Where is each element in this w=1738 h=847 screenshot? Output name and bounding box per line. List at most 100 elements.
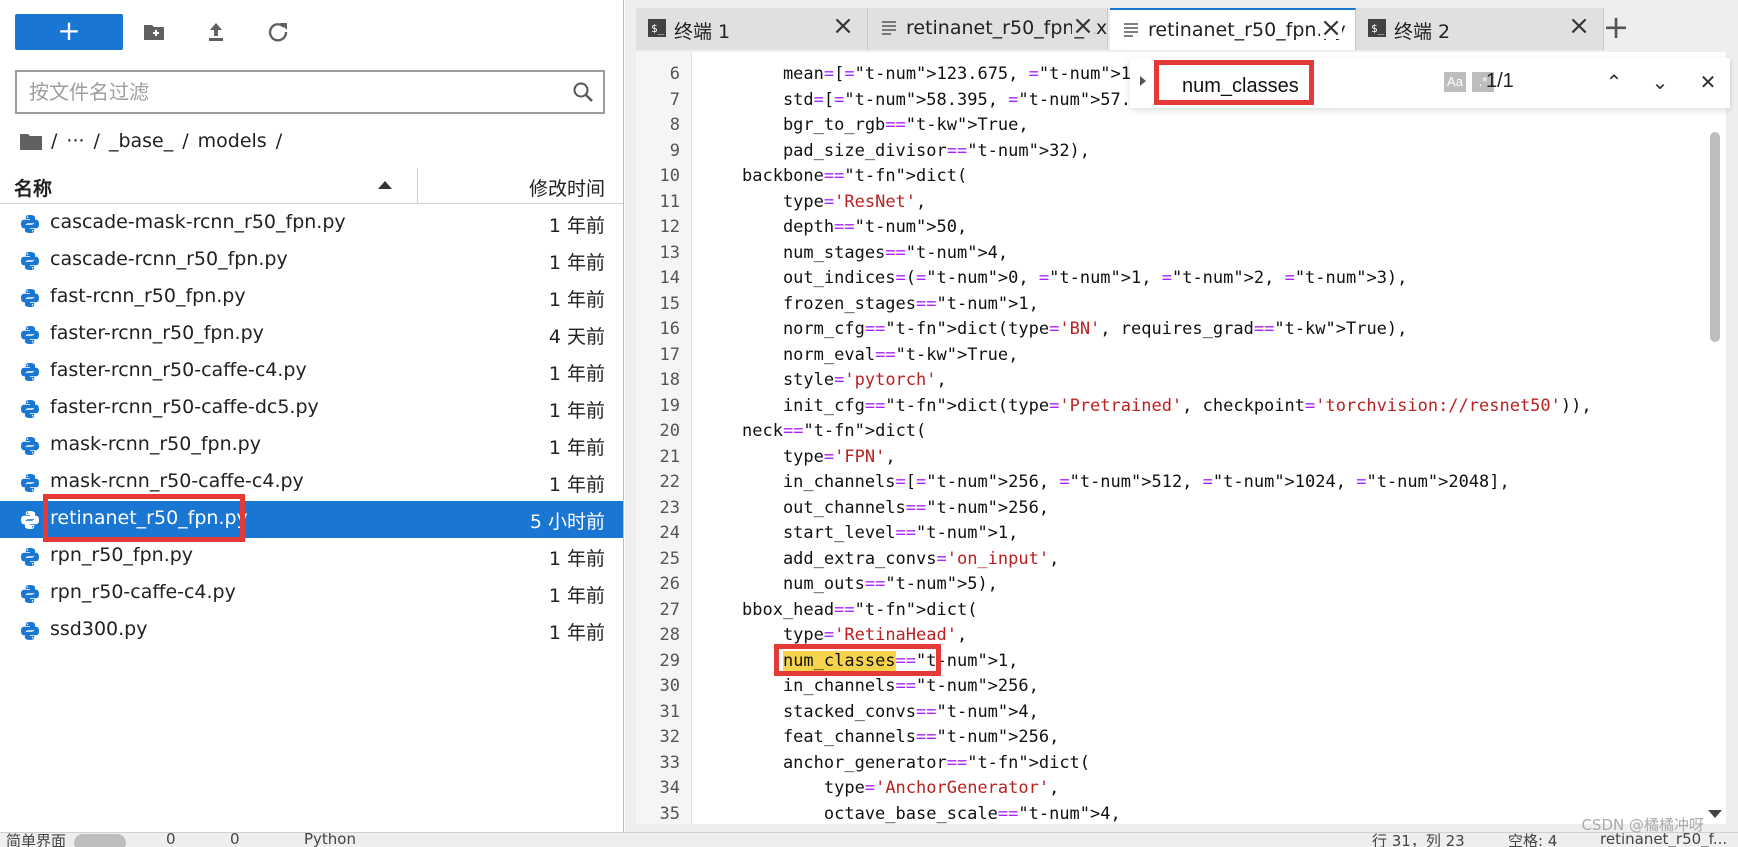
- refresh-icon[interactable]: [266, 20, 290, 44]
- tab-label: retinanet_r50_fpn.py: [1148, 19, 1346, 41]
- code-line[interactable]: 30 in_channels=="t-num">256,: [636, 674, 1696, 700]
- file-row[interactable]: cascade-rcnn_r50_fpn.py 1 年前: [0, 242, 623, 279]
- cursor-position[interactable]: 行 31，列 23: [1372, 833, 1465, 847]
- close-icon[interactable]: ×: [832, 13, 854, 39]
- previous-match-icon[interactable]: ⌃: [1598, 66, 1630, 98]
- line-number: 27: [659, 599, 680, 620]
- code-line[interactable]: 17 norm_eval=="t-kw">True,: [636, 343, 1696, 369]
- column-divider[interactable]: [417, 168, 418, 204]
- simple-mode-toggle[interactable]: [74, 834, 126, 847]
- line-number: 23: [659, 497, 680, 518]
- code-line[interactable]: 13 num_stages=="t-num">4,: [636, 241, 1696, 267]
- indent-setting[interactable]: 空格: 4: [1508, 833, 1557, 847]
- close-icon[interactable]: ×: [1320, 15, 1342, 41]
- editor-tab[interactable]: $_ 终端 2 ×: [1356, 8, 1604, 50]
- code-text: type='AnchorGenerator',: [742, 778, 1060, 798]
- line-number: 26: [659, 574, 680, 594]
- new-launcher-button[interactable]: +: [15, 14, 123, 50]
- editor-tab[interactable]: retinanet_r50_fpn_1x_c ×: [868, 8, 1108, 50]
- code-line[interactable]: 34 type='AnchorGenerator',: [636, 776, 1696, 802]
- svg-text:$_: $_: [1371, 22, 1385, 35]
- next-match-icon[interactable]: ⌄: [1644, 66, 1676, 98]
- code-line[interactable]: 10 backbone=="t-fn">dict(: [636, 164, 1696, 190]
- highlight-box: [774, 644, 941, 676]
- code-line[interactable]: 35 octave_base_scale=="t-num">4,: [636, 802, 1696, 825]
- breadcrumb-ellipsis[interactable]: ···: [66, 130, 84, 152]
- close-icon[interactable]: ×: [1568, 13, 1590, 39]
- breadcrumb-base[interactable]: _base_: [109, 130, 173, 152]
- file-row[interactable]: faster-rcnn_r50-caffe-dc5.py 1 年前: [0, 390, 623, 427]
- breadcrumb-models[interactable]: models: [198, 130, 267, 152]
- code-line[interactable]: 14 out_indices=(="t-num">0, ="t-num">1, …: [636, 266, 1696, 292]
- kernel-count[interactable]: 0: [230, 833, 240, 847]
- file-row[interactable]: fast-rcnn_r50_fpn.py 1 年前: [0, 279, 623, 316]
- file-row[interactable]: faster-rcnn_r50_fpn.py 4 天前: [0, 316, 623, 353]
- editor-tab[interactable]: $_ 终端 1 ×: [636, 8, 868, 50]
- code-editor[interactable]: 6 mean=[="t-num">123.675, ="t-num">116.2…: [636, 52, 1726, 824]
- close-find-icon[interactable]: ✕: [1692, 66, 1724, 98]
- code-line[interactable]: 19 init_cfg=="t-fn">dict(type='Pretraine…: [636, 394, 1696, 420]
- add-tab-icon[interactable]: +: [1596, 10, 1636, 48]
- filter-input[interactable]: [29, 72, 549, 112]
- breadcrumb-sep: /: [51, 130, 58, 152]
- code-line[interactable]: 11 type='ResNet',: [636, 190, 1696, 216]
- code-line[interactable]: 15 frozen_stages=="t-num">1,: [636, 292, 1696, 318]
- line-number: 15: [659, 293, 680, 314]
- code-line[interactable]: 18 style='pytorch',: [636, 368, 1696, 394]
- file-row[interactable]: rpn_r50_fpn.py 1 年前: [0, 538, 623, 575]
- name-column-header[interactable]: 名称: [14, 174, 52, 201]
- line-number: 29: [659, 650, 680, 671]
- folder-icon[interactable]: [20, 132, 42, 150]
- scrollbar-thumb[interactable]: [1710, 132, 1720, 342]
- code-line[interactable]: 33 anchor_generator=="t-fn">dict(: [636, 751, 1696, 777]
- code-line[interactable]: 12 depth=="t-num">50,: [636, 215, 1696, 241]
- python-file-icon: [21, 326, 39, 344]
- python-file-icon: [21, 474, 39, 492]
- file-modified: 4 天前: [548, 326, 605, 348]
- file-text-icon: [882, 21, 896, 35]
- code-line[interactable]: 22 in_channels=[="t-num">256, ="t-num">5…: [636, 470, 1696, 496]
- line-number: 31: [659, 701, 680, 722]
- breadcrumb: / ··· / _base_ / models /: [20, 130, 282, 152]
- close-icon[interactable]: ×: [1072, 13, 1094, 39]
- code-line[interactable]: 31 stacked_convs=="t-num">4,: [636, 700, 1696, 726]
- editor-tab[interactable]: retinanet_r50_fpn.py ×: [1110, 8, 1356, 50]
- file-name: ssd300.py: [50, 618, 148, 640]
- code-line[interactable]: 16 norm_cfg=="t-fn">dict(type='BN', requ…: [636, 317, 1696, 343]
- file-row[interactable]: faster-rcnn_r50-caffe-c4.py 1 年前: [0, 353, 623, 390]
- code-line[interactable]: 27 bbox_head=="t-fn">dict(: [636, 598, 1696, 624]
- python-file-icon: [21, 585, 39, 603]
- code-text: add_extra_convs='on_input',: [742, 548, 1060, 569]
- file-row[interactable]: rpn_r50-caffe-c4.py 1 年前: [0, 575, 623, 612]
- code-content[interactable]: 6 mean=[="t-num">123.675, ="t-num">116.2…: [636, 62, 1696, 824]
- line-number: 24: [659, 523, 680, 543]
- new-folder-icon[interactable]: [142, 20, 166, 44]
- code-line[interactable]: 20 neck=="t-fn">dict(: [636, 419, 1696, 445]
- code-text: octave_base_scale=="t-num">4,: [742, 803, 1121, 824]
- file-row[interactable]: ssd300.py 1 年前: [0, 612, 623, 649]
- editor-scrollbar[interactable]: [1706, 52, 1726, 824]
- expand-replace-icon[interactable]: [1140, 76, 1146, 86]
- line-number: 18: [659, 370, 680, 390]
- code-text: start_level=="t-num">1,: [742, 523, 1019, 543]
- file-row[interactable]: cascade-mask-rcnn_r50_fpn.py 1 年前: [0, 205, 623, 242]
- code-line[interactable]: 26 num_outs=="t-num">5),: [636, 572, 1696, 598]
- match-case-icon[interactable]: Aa: [1444, 72, 1466, 92]
- code-line[interactable]: 24 start_level=="t-num">1,: [636, 521, 1696, 547]
- modified-column-header[interactable]: 修改时间: [529, 174, 605, 201]
- code-line[interactable]: 9 pad_size_divisor=="t-num">32),: [636, 139, 1696, 165]
- code-text: num_stages=="t-num">4,: [742, 242, 1009, 263]
- code-line[interactable]: 8 bgr_to_rgb=="t-kw">True,: [636, 113, 1696, 139]
- file-name: cascade-mask-rcnn_r50_fpn.py: [50, 211, 346, 233]
- upload-icon[interactable]: [204, 20, 228, 44]
- code-line[interactable]: 32 feat_channels=="t-num">256,: [636, 725, 1696, 751]
- code-line[interactable]: 21 type='FPN',: [636, 445, 1696, 471]
- code-line[interactable]: 25 add_extra_convs='on_input',: [636, 547, 1696, 573]
- kernel-name[interactable]: Python: [304, 833, 356, 847]
- sort-ascending-icon[interactable]: [378, 181, 392, 189]
- scroll-down-icon[interactable]: [1708, 810, 1722, 818]
- file-row[interactable]: mask-rcnn_r50_fpn.py 1 年前: [0, 427, 623, 464]
- code-line[interactable]: 23 out_channels=="t-num">256,: [636, 496, 1696, 522]
- code-text: neck=="t-fn">dict(: [742, 421, 927, 441]
- terminal-count[interactable]: 0: [166, 833, 176, 847]
